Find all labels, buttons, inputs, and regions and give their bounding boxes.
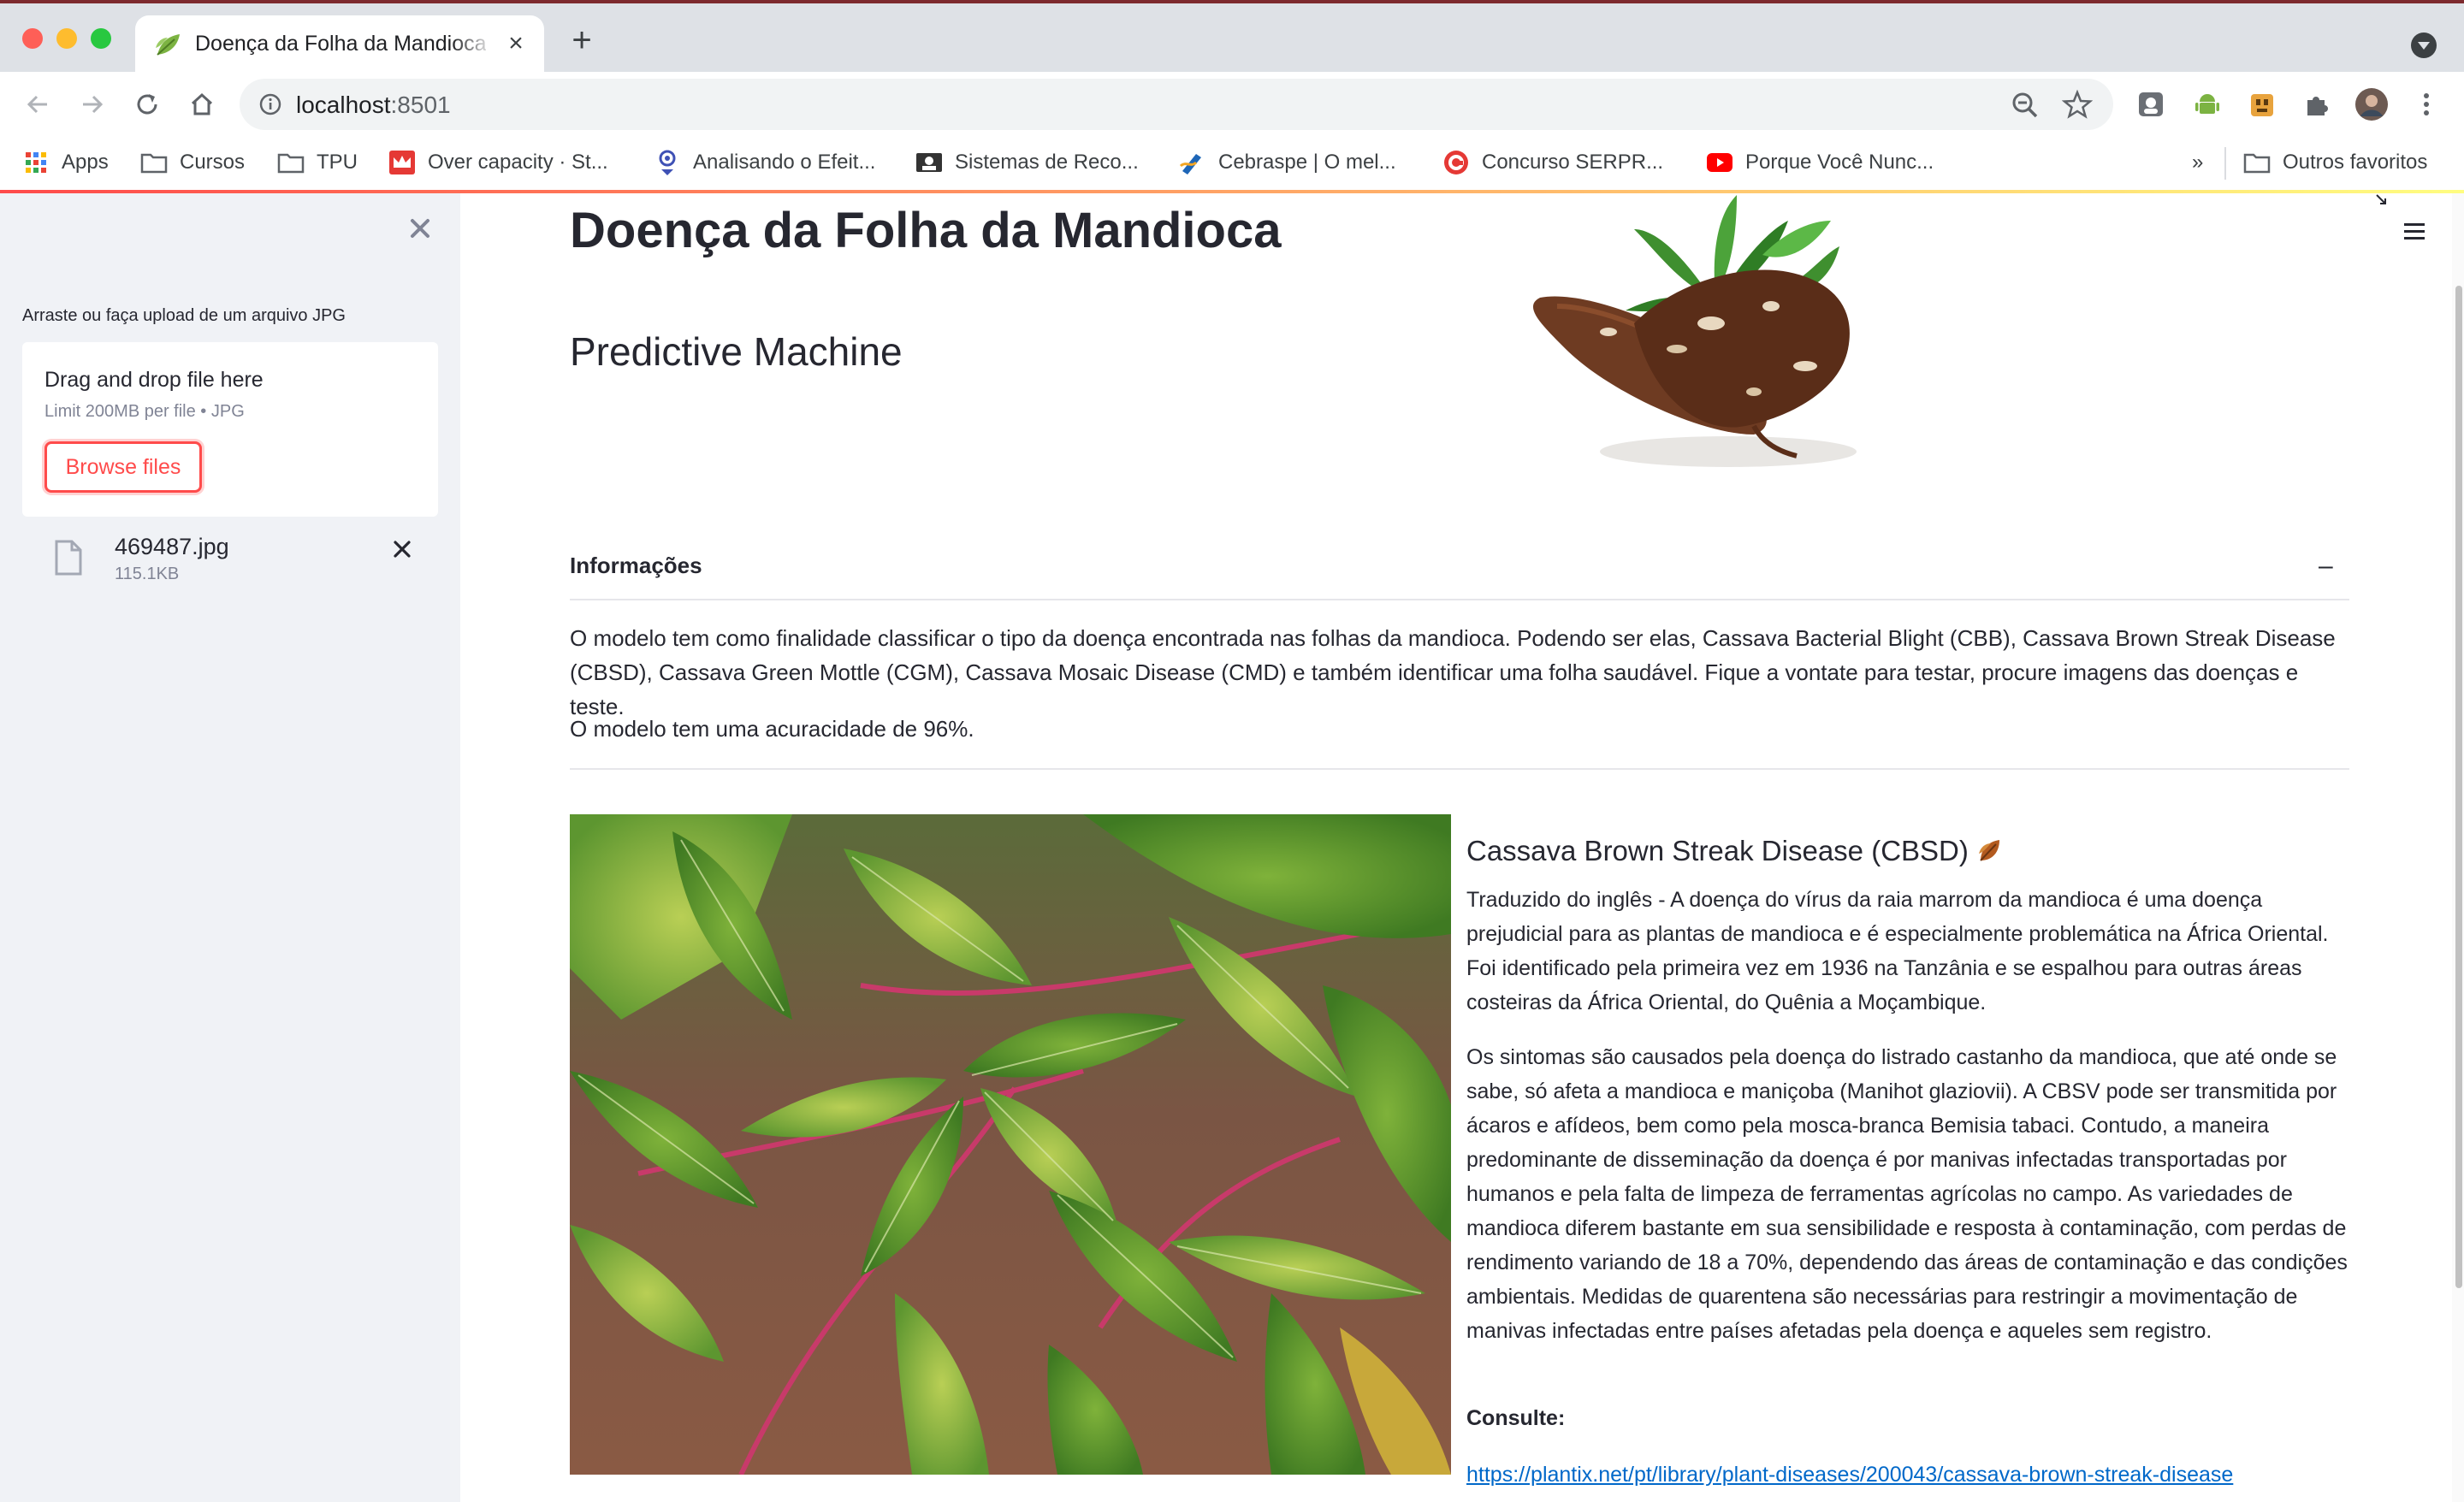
close-sidebar-icon[interactable] (406, 214, 435, 243)
bookmark-label: Concurso SERPR... (1482, 151, 1664, 174)
zoom-icon[interactable] (2011, 91, 2040, 120)
browse-files-button[interactable]: Browse files (44, 441, 202, 493)
bookmark-label: Over capacity · St... (428, 151, 608, 174)
expander-divider-bottom (570, 768, 2349, 770)
site-icon (654, 149, 681, 176)
uploaded-leaf-image (570, 814, 1451, 1475)
consulte-label: Consulte: (1466, 1406, 1566, 1430)
bookmark-star-icon[interactable] (2062, 89, 2093, 120)
info-paragraph: O modelo tem como finalidade classificar… (570, 625, 2336, 719)
url-text[interactable]: localhost:8501 (296, 92, 451, 119)
site-info-icon[interactable] (258, 92, 282, 116)
dropzone-title: Drag and drop file here (44, 368, 264, 392)
bookmark-label: Analisando o Efeit... (693, 151, 876, 174)
user-avatar[interactable] (2354, 87, 2389, 121)
bookmark-label: Cursos (180, 151, 246, 174)
bookmark-label: TPU (317, 151, 358, 174)
reload-icon[interactable] (130, 87, 164, 121)
page-subtitle: Predictive Machine (570, 329, 903, 374)
bookmark-label: Apps (62, 151, 109, 174)
profile-extension-icon[interactable] (2245, 87, 2279, 121)
badge-icon (915, 149, 943, 176)
bookmark-label: Sistemas de Reco... (955, 151, 1139, 174)
bookmark-apps[interactable]: Apps (22, 145, 109, 180)
forward-arrow-icon[interactable] (75, 87, 110, 121)
bookmarks-bar: Apps Cursos TPU Over capacity · St... An… (0, 137, 2464, 190)
uploaded-file-size: 115.1KB (115, 565, 180, 583)
new-tab-button[interactable]: + (566, 23, 597, 58)
browser-toolbar: localhost:8501 (0, 72, 2464, 137)
bookmark-cebraspe[interactable]: Cebraspe | O mel... (1179, 145, 1396, 180)
dropzone-limit: Limit 200MB per file • JPG (44, 402, 245, 421)
tab-close-icon[interactable]: × (501, 29, 530, 58)
accuracy-text: O modelo tem uma acuracidade de 96%. (570, 716, 974, 742)
disease-title-text: Cassava Brown Streak Disease (CBSD) (1466, 835, 1969, 866)
disease-title: Cassava Brown Streak Disease (CBSD) (1466, 835, 2005, 867)
page-title: Doença da Folha da Mandioca (570, 203, 1282, 258)
expander-title[interactable]: Informações (570, 553, 702, 579)
folder-icon (277, 149, 305, 176)
back-arrow-icon[interactable] (21, 87, 55, 121)
android-extension-icon[interactable] (2190, 87, 2224, 121)
expander-collapse-icon[interactable]: – (2319, 553, 2336, 579)
expander-divider-top (570, 599, 2349, 600)
extension-square-icon[interactable] (2134, 87, 2168, 121)
apps-grid-icon (22, 149, 50, 176)
pen-icon (1179, 149, 1206, 176)
tab-title-fade (452, 24, 495, 63)
url-host: localhost (296, 92, 391, 118)
bookmark-label: Outros favoritos (2283, 151, 2428, 174)
tab-search-icon[interactable] (2411, 33, 2437, 58)
g-icon (1442, 149, 1470, 176)
uploaded-file-name: 469487.jpg (115, 534, 229, 559)
brown-leaf-icon (1978, 840, 1999, 861)
disease-description-2: Os sintomas são causados pela doença do … (1466, 1045, 2348, 1343)
hamburger-menu-icon[interactable] (2402, 221, 2426, 241)
folder-icon (140, 149, 168, 176)
bookmark-porque-voce[interactable]: Porque Você Nunc... (1706, 145, 1934, 180)
bookmark-analisando[interactable]: Analisando o Efeit... (654, 145, 875, 180)
plantix-link[interactable]: https://plantix.net/pt/library/plant-dis… (1466, 1463, 2233, 1487)
file-dropzone[interactable]: Drag and drop file here Limit 200MB per … (22, 342, 438, 517)
home-icon[interactable] (185, 87, 219, 121)
close-window-button[interactable] (22, 28, 43, 49)
tab-strip: Doença da Folha da Mandioca × + (0, 3, 2464, 72)
bookmark-sistemas[interactable]: Sistemas de Reco... (915, 145, 1139, 180)
bookmark-over-capacity[interactable]: Over capacity · St... (388, 145, 608, 180)
bookmark-label: Cebraspe | O mel... (1218, 151, 1396, 174)
scrollbar-thumb[interactable] (2455, 286, 2462, 1288)
bookmark-tpu[interactable]: TPU (277, 145, 358, 180)
bookmark-cursos[interactable]: Cursos (140, 145, 245, 180)
cassava-root-image (1532, 195, 1857, 467)
bookmark-label: Porque Você Nunc... (1745, 151, 1934, 174)
minimize-window-button[interactable] (56, 28, 77, 49)
collapse-arrow-icon[interactable] (2375, 193, 2389, 207)
crown-icon (388, 149, 416, 176)
disease-description-1: Traduzido do inglês - A doença do vírus … (1466, 888, 2329, 1014)
bookmark-outros-favoritos[interactable]: Outros favoritos (2243, 145, 2427, 180)
remove-file-icon[interactable] (388, 535, 416, 563)
extensions-puzzle-icon[interactable] (2300, 87, 2334, 121)
leaf-favicon-icon (156, 34, 180, 56)
bookmarks-overflow-button[interactable]: » (2192, 145, 2203, 180)
bookmark-concurso[interactable]: Concurso SERPR... (1442, 145, 1663, 180)
upload-label: Arraste ou faça upload de um arquivo JPG (22, 306, 346, 325)
browser-tab-active[interactable]: Doença da Folha da Mandioca × (135, 15, 544, 72)
maximize-window-button[interactable] (91, 28, 111, 49)
sidebar: Arraste ou faça upload de um arquivo JPG… (0, 193, 460, 1502)
address-bar[interactable]: localhost:8501 (240, 79, 2113, 130)
url-port: :8501 (390, 92, 451, 118)
file-icon (55, 540, 82, 576)
bookmarks-separator (2224, 147, 2226, 180)
browser-menu-icon[interactable] (2409, 87, 2443, 121)
youtube-icon (1706, 149, 1733, 176)
folder-icon (2243, 149, 2271, 176)
tab-title: Doença da Folha da Mandioca (195, 32, 486, 56)
